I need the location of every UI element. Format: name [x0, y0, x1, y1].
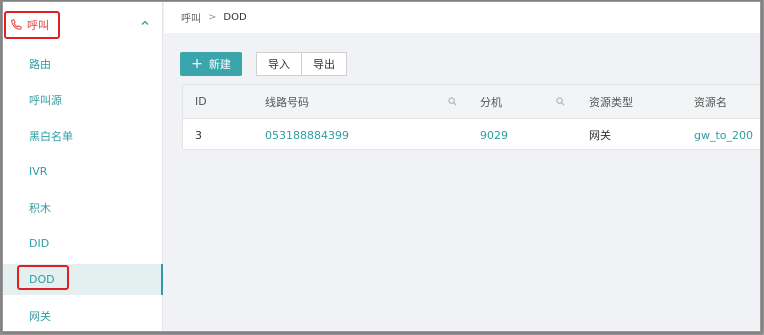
table-header: ID 线路号码 分机 资源类型 资源名	[183, 85, 760, 119]
menu-section-call[interactable]: 呼叫	[3, 2, 162, 47]
sidebar-item-route[interactable]: 路由	[3, 48, 163, 79]
cell-extension[interactable]: 9029	[480, 119, 508, 151]
breadcrumb-current: DOD	[223, 12, 247, 23]
table-row[interactable]: 3 053188884399 9029 网关 gw_to_200	[183, 119, 760, 151]
breadcrumb: 呼叫 > DOD	[164, 2, 760, 33]
sidebar-item-blocks[interactable]: 积木	[3, 192, 163, 223]
cell-resource-name[interactable]: gw_to_200	[694, 119, 753, 151]
dod-table: ID 线路号码 分机 资源类型 资源名 3 053188884399 9029 …	[182, 84, 760, 151]
sidebar-item-call-source[interactable]: 呼叫源	[3, 84, 163, 115]
column-header-extension[interactable]: 分机	[480, 85, 502, 118]
column-header-resource-name[interactable]: 资源名	[694, 85, 727, 118]
search-icon[interactable]	[556, 97, 565, 106]
import-button[interactable]: 导入	[256, 52, 302, 76]
column-header-id[interactable]: ID	[195, 85, 207, 118]
sidebar-item-did[interactable]: DID	[3, 228, 163, 259]
import-export-group: 导入 导出	[256, 52, 347, 76]
cell-number[interactable]: 053188884399	[265, 119, 349, 151]
cell-id: 3	[195, 128, 202, 142]
sidebar-item-label: 呼叫源	[29, 93, 62, 107]
highlight-box	[4, 11, 60, 39]
sidebar-item-gateway[interactable]: 网关	[3, 300, 163, 331]
highlight-box	[17, 265, 69, 290]
plus-icon: +	[191, 56, 203, 72]
app-window: 呼叫 路由 呼叫源 黑白名单 IVR 积木 DID DOD 网关 呼叫 > DO…	[2, 1, 761, 332]
breadcrumb-separator: >	[208, 12, 217, 23]
column-header-number[interactable]: 线路号码	[265, 85, 309, 118]
sidebar-item-label: 网关	[29, 309, 51, 323]
sidebar-item-ivr[interactable]: IVR	[3, 156, 163, 187]
sidebar-item-blackwhite-list[interactable]: 黑白名单	[3, 120, 163, 151]
sidebar-item-label: 黑白名单	[29, 129, 73, 143]
export-button[interactable]: 导出	[302, 52, 347, 76]
sidebar-item-dod[interactable]: DOD	[3, 264, 163, 295]
column-header-resource-type[interactable]: 资源类型	[589, 85, 633, 118]
chevron-up-icon[interactable]	[140, 18, 150, 28]
sidebar-item-label: IVR	[29, 165, 48, 178]
new-button[interactable]: + 新建	[180, 52, 242, 76]
sidebar-item-label: DID	[29, 237, 50, 250]
sidebar-item-label: 路由	[29, 57, 51, 71]
sidebar-item-label: 积木	[29, 201, 51, 215]
cell-resource-type: 网关	[589, 129, 611, 142]
search-icon[interactable]	[448, 97, 457, 106]
new-button-label: 新建	[208, 58, 231, 71]
breadcrumb-parent[interactable]: 呼叫	[181, 10, 201, 25]
sidebar: 呼叫 路由 呼叫源 黑白名单 IVR 积木 DID DOD 网关	[3, 2, 163, 331]
